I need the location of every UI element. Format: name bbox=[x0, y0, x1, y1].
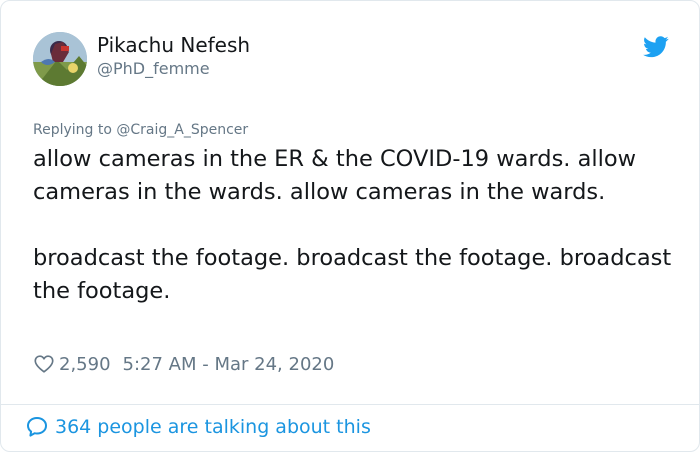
replying-prefix: Replying to bbox=[33, 122, 112, 138]
avatar[interactable] bbox=[33, 32, 87, 86]
author-handle[interactable]: @PhD_femme bbox=[97, 59, 210, 79]
tweet-meta: 2,590 5:27 AM - Mar 24, 2020 bbox=[33, 351, 334, 377]
replying-to: Replying to @Craig_A_Spencer bbox=[33, 121, 248, 139]
like-count[interactable]: 2,590 bbox=[59, 354, 111, 375]
avatar-image bbox=[33, 32, 87, 86]
reply-target-link[interactable]: @Craig_A_Spencer bbox=[116, 122, 248, 138]
conversation-link[interactable]: 364 people are talking about this bbox=[25, 415, 371, 439]
conversation-label: 364 people are talking about this bbox=[55, 416, 371, 438]
divider bbox=[1, 404, 699, 405]
author-name[interactable]: Pikachu Nefesh bbox=[97, 33, 250, 57]
tweet-timestamp[interactable]: 5:27 AM - Mar 24, 2020 bbox=[123, 354, 335, 375]
twitter-bird-icon[interactable] bbox=[643, 36, 669, 58]
heart-icon[interactable] bbox=[33, 353, 55, 375]
tweet-card: Pikachu Nefesh @PhD_femme Replying to @C… bbox=[0, 0, 700, 452]
speech-bubble-icon bbox=[27, 417, 47, 437]
tweet-text: allow cameras in the ER & the COVID-19 w… bbox=[33, 146, 672, 304]
